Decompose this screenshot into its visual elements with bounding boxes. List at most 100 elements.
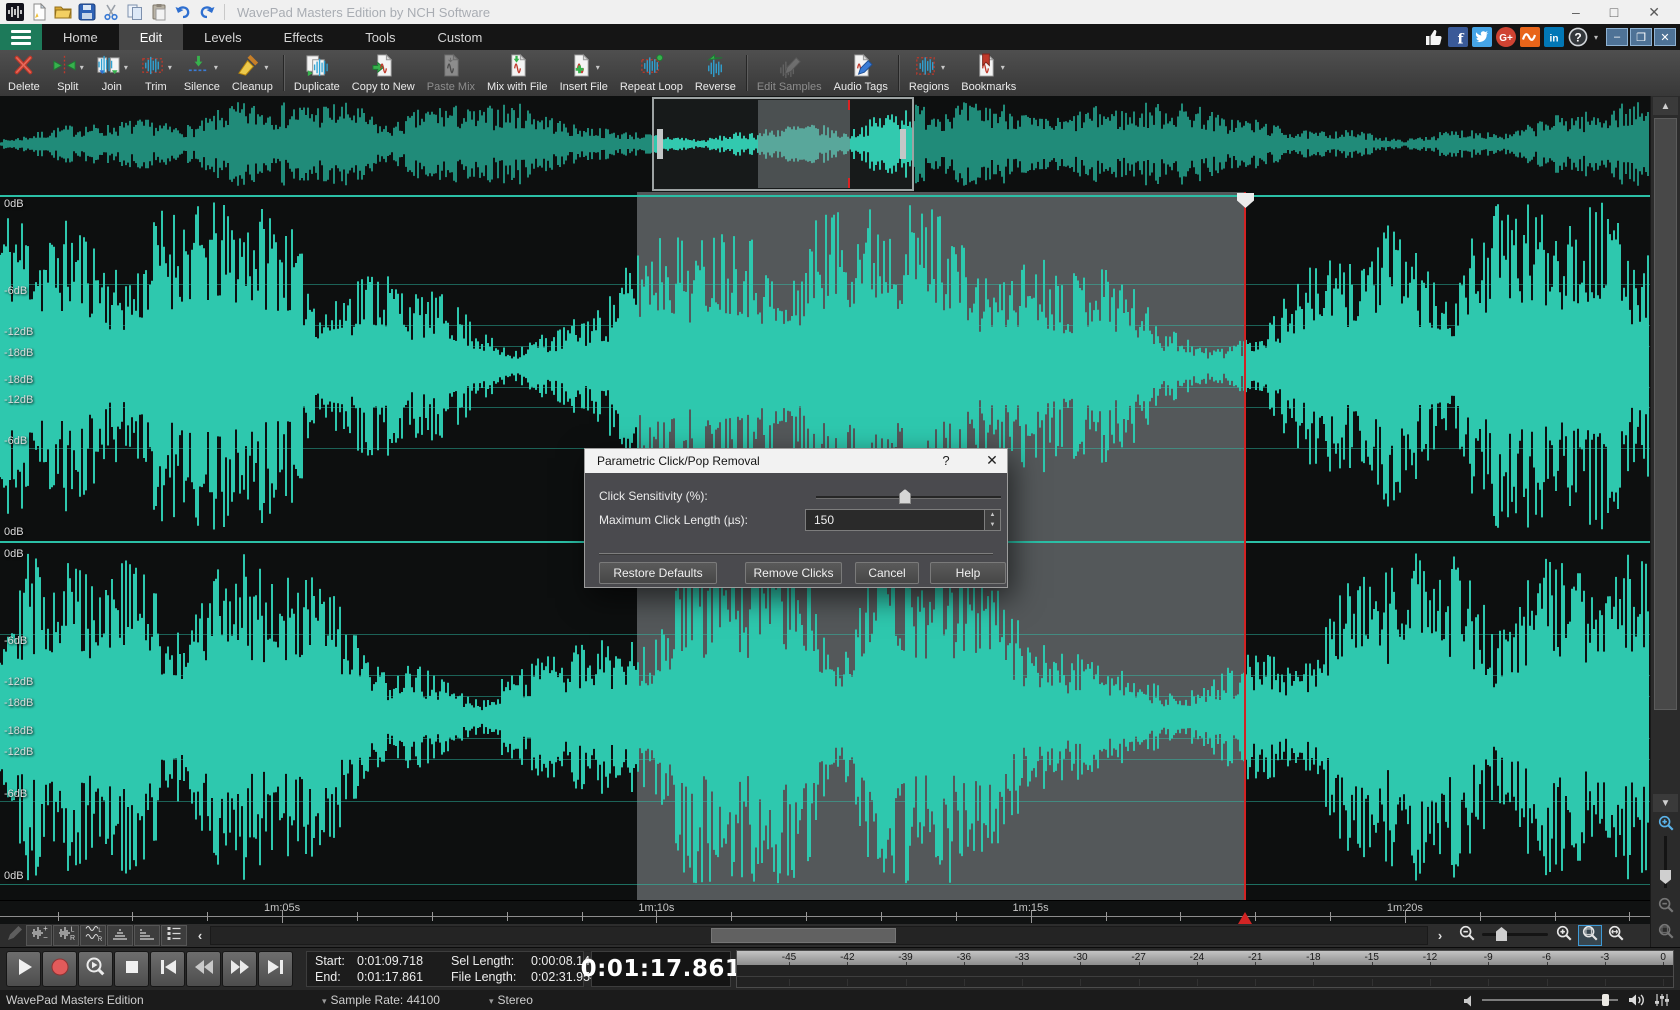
restore-defaults-button[interactable]: Restore Defaults [599,562,717,584]
app-minimize-button[interactable]: – [1606,28,1628,46]
copy-icon[interactable] [126,3,144,21]
skip-end-button[interactable] [258,951,293,987]
repeat-loop-button[interactable]: Repeat Loop [614,50,689,96]
cancel-button[interactable]: Cancel [855,562,919,584]
chevron-down-icon[interactable]: ▾ [264,63,268,72]
scroll-down-button[interactable]: ▼ [1653,794,1678,812]
cleanup-button[interactable]: ▾Cleanup [226,50,279,96]
tab-effects[interactable]: Effects [263,24,345,50]
click-sensitivity-slider-thumb[interactable] [899,489,911,504]
click-sensitivity-slider[interactable] [816,496,1001,499]
app-restore-button[interactable]: ❐ [1630,28,1652,46]
split-button[interactable]: ▾Split [46,50,90,96]
skip-start-button[interactable] [150,951,185,987]
wave-dual-tool-button[interactable]: LR [80,925,106,946]
vertical-zoom-fit-button[interactable] [1655,920,1677,942]
nch-icon[interactable] [1520,27,1540,47]
chevron-down-icon[interactable]: ▾ [214,63,218,72]
max-click-length-input[interactable]: 150 ▲ ▼ [805,509,1001,531]
mixer-icon[interactable] [1654,993,1670,1007]
vertical-scrollbar-thumb[interactable] [1654,118,1677,710]
chevron-down-icon[interactable]: ▾ [941,63,945,72]
join-button[interactable]: ▾Join [90,50,134,96]
horizontal-scrollbar-thumb[interactable] [711,928,896,943]
new-file-icon[interactable] [30,3,48,21]
remove-clicks-button[interactable]: Remove Clicks [745,562,842,584]
chevron-down-icon[interactable]: ▾ [168,63,172,72]
zoom-out-button[interactable] [1455,925,1479,946]
like-icon[interactable] [1424,27,1444,47]
chevron-down-icon[interactable]: ▾ [1001,63,1005,72]
copy-to-new-button[interactable]: Copy to New [346,50,421,96]
overview-viewport[interactable] [652,97,914,191]
speaker-icon[interactable] [1628,993,1648,1007]
bookmarks-button[interactable]: ▾Bookmarks [955,50,1022,96]
overview-waveform[interactable] [0,96,1650,192]
regions-button[interactable]: ▾Regions [903,50,955,96]
rewind-button[interactable] [186,951,221,987]
tab-tools[interactable]: Tools [344,24,416,50]
insert-file-button[interactable]: ▾Insert File [554,50,614,96]
linkedin-icon[interactable]: in [1544,27,1564,47]
maximize-window-button[interactable]: □ [1610,5,1618,19]
wave-gain-tool-button[interactable]: +− [26,925,52,946]
zoom-slider-thumb[interactable] [1496,927,1507,941]
viewport-right-handle[interactable] [900,129,903,159]
cut-icon[interactable] [102,3,120,21]
chevron-down-icon[interactable]: ▾ [124,63,128,72]
env-up-tool-button[interactable] [107,925,133,946]
app-close-button[interactable]: ✕ [1654,28,1676,46]
undo-icon[interactable] [174,3,192,21]
chevron-down-icon[interactable]: ▾ [80,63,84,72]
dialog-close-icon[interactable]: ✕ [983,452,1001,469]
scroll-right-button[interactable]: › [1430,925,1450,946]
chevron-down-icon[interactable]: ▾ [1594,33,1598,42]
volume-slider-thumb[interactable] [1602,994,1609,1006]
tab-levels[interactable]: Levels [183,24,263,50]
facebook-icon[interactable]: f [1448,27,1468,47]
close-window-button[interactable]: ✕ [1648,5,1660,19]
paste-icon[interactable] [150,3,168,21]
twitter-icon[interactable] [1472,27,1492,47]
spinner-down-button[interactable]: ▼ [985,520,1000,530]
wave-lr-tool-button[interactable]: LR [53,925,79,946]
zoom-full-button[interactable] [1604,925,1628,946]
options-tool-button[interactable] [161,925,187,946]
stop-button[interactable] [114,951,149,987]
timeline-ruler[interactable]: 1m:05s1m:10s1m:15s1m:20s [0,900,1650,924]
playhead-timeline-marker[interactable] [1238,912,1252,924]
volume-slider[interactable] [1482,999,1618,1001]
save-icon[interactable] [78,3,96,21]
tab-home[interactable]: Home [42,24,119,50]
trim-button[interactable]: ▾Trim [134,50,178,96]
viewport-left-handle[interactable] [657,129,660,159]
fast-forward-button[interactable] [222,951,257,987]
menu-button[interactable] [0,24,42,50]
spinner-up-button[interactable]: ▲ [985,510,1000,520]
record-button[interactable] [42,951,77,987]
help-button[interactable]: Help [930,562,1006,584]
zoom-in-button[interactable] [1552,925,1576,946]
preview-button[interactable] [78,951,113,987]
reverse-button[interactable]: Reverse [689,50,742,96]
help-icon[interactable]: ? [1568,27,1588,47]
channel-mode-selector[interactable]: ▾Stereo [489,993,533,1007]
vertical-zoom-slider[interactable] [1664,836,1667,888]
minimize-window-button[interactable]: – [1572,5,1580,19]
playhead-cursor[interactable] [1244,192,1246,900]
tab-edit[interactable]: Edit [119,24,183,50]
play-button[interactable] [6,951,41,987]
vertical-zoom-in-button[interactable] [1655,812,1677,834]
zoom-slider[interactable] [1482,933,1548,936]
chevron-down-icon[interactable]: ▾ [596,63,600,72]
horizontal-scrollbar[interactable] [210,926,1428,945]
mix-with-file-button[interactable]: Mix with File [481,50,554,96]
open-folder-icon[interactable] [54,3,72,21]
vertical-zoom-slider-thumb[interactable] [1660,870,1671,884]
sample-rate-selector[interactable]: ▾Sample Rate: 44100 [322,993,440,1007]
silence-button[interactable]: ▾Silence [178,50,226,96]
tab-custom[interactable]: Custom [417,24,504,50]
env-down-tool-button[interactable] [134,925,160,946]
scroll-up-button[interactable]: ▲ [1653,97,1678,115]
duplicate-button[interactable]: Duplicate [288,50,346,96]
